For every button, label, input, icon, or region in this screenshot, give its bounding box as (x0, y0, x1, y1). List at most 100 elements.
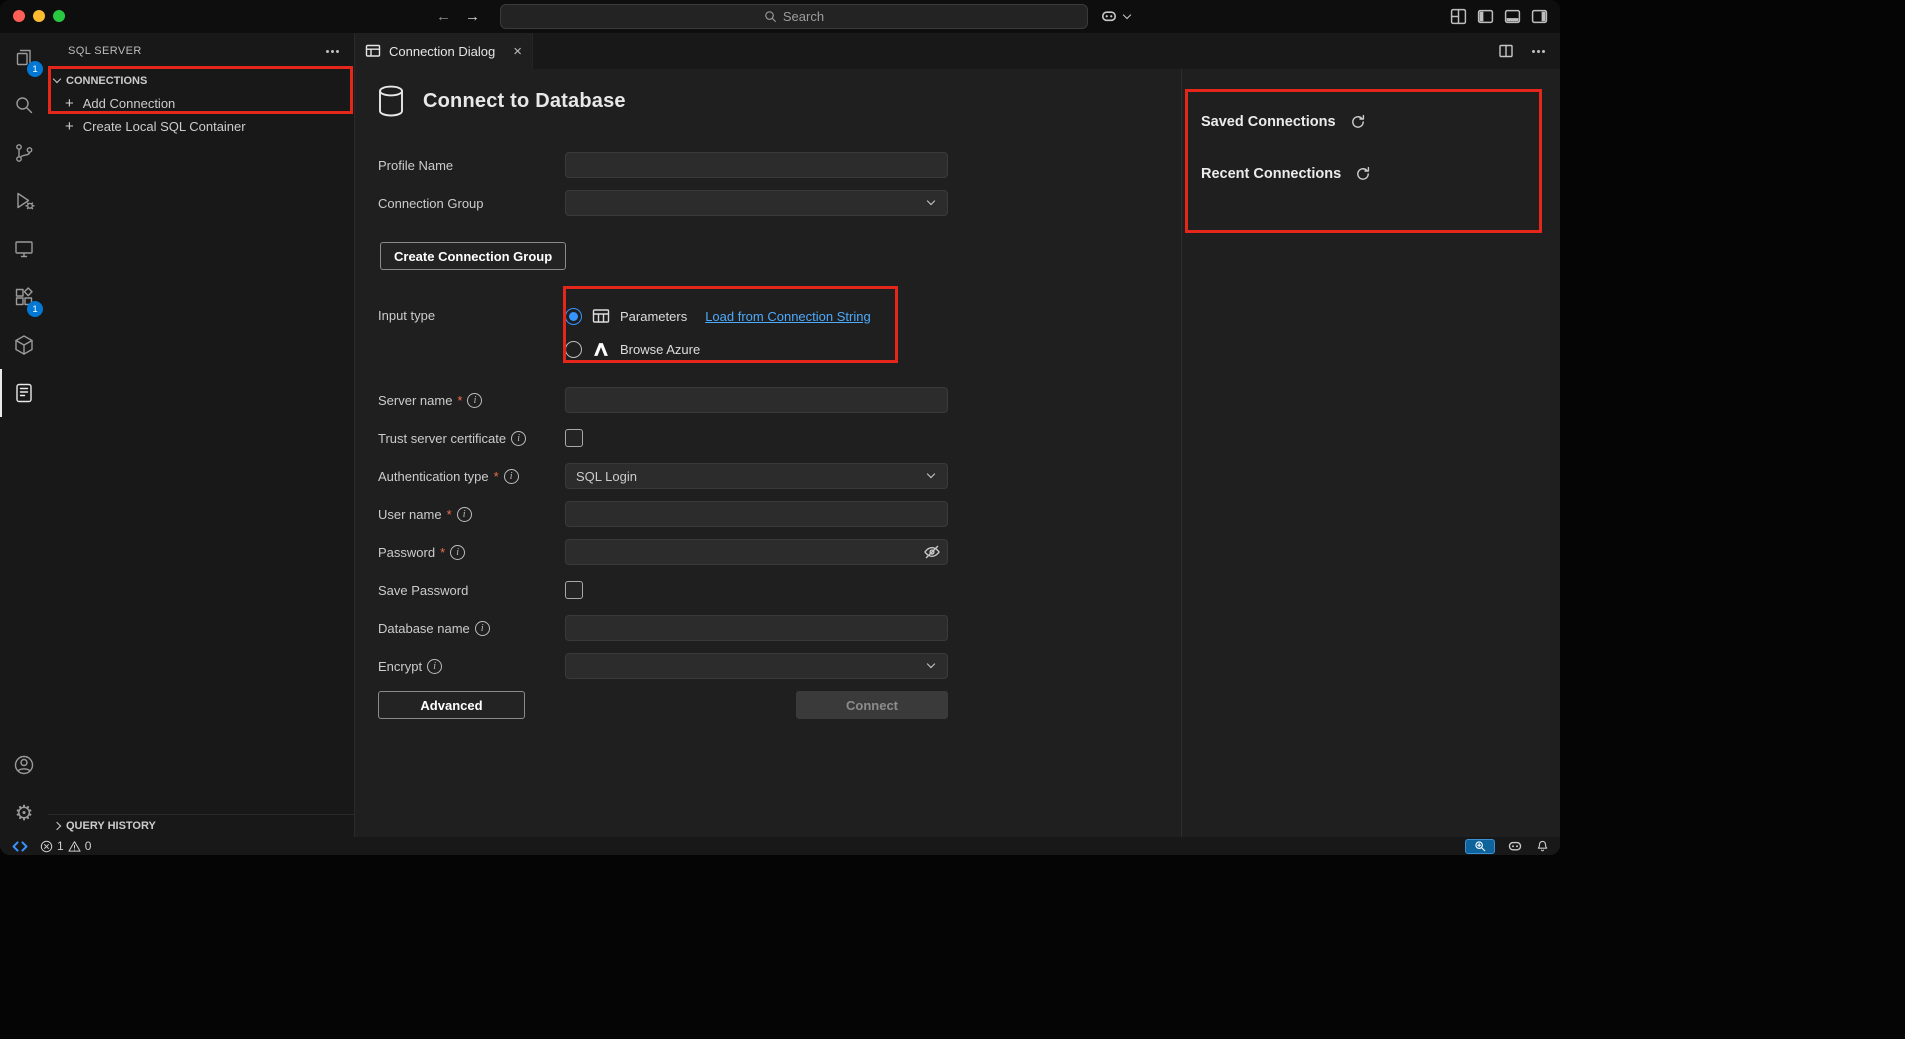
tab-bar: Connection Dialog × (355, 33, 1560, 69)
server-name-input[interactable] (565, 387, 948, 413)
account-icon (12, 753, 36, 777)
problems-status[interactable]: 1 0 (40, 839, 91, 853)
plus-icon (65, 119, 74, 134)
sidebar-item-add-connection[interactable]: Add Connection (48, 92, 354, 115)
activity-item-remote-explorer[interactable] (0, 225, 48, 273)
refresh-saved-connections-button[interactable] (1350, 114, 1366, 130)
activity-item-accounts[interactable] (0, 741, 48, 789)
form-row-encrypt: Encrypt (378, 653, 1181, 679)
bell-icon (1535, 839, 1550, 854)
toggle-panel-icon[interactable] (1504, 8, 1521, 25)
info-icon[interactable] (475, 621, 490, 636)
more-actions-icon[interactable] (1530, 43, 1546, 59)
tab-connection-dialog[interactable]: Connection Dialog × (355, 33, 533, 69)
user-name-label: User name * (378, 507, 565, 522)
activity-item-search[interactable] (0, 81, 48, 129)
browse-azure-radio[interactable] (565, 341, 582, 358)
activity-item-database-projects[interactable] (0, 321, 48, 369)
parameters-radio[interactable] (565, 308, 582, 325)
refresh-icon (1350, 114, 1366, 130)
form-row-password: Password * (378, 539, 1181, 565)
layout-controls (1450, 8, 1548, 25)
activity-item-explorer[interactable]: 1 (0, 33, 48, 81)
copilot-menu[interactable] (1100, 7, 1130, 25)
source-control-icon (12, 141, 36, 165)
notifications-bell-button[interactable] (1535, 839, 1550, 854)
load-from-connection-string-link[interactable]: Load from Connection String (705, 309, 870, 324)
connect-button[interactable]: Connect (796, 691, 948, 719)
authentication-type-select[interactable]: SQL Login (565, 463, 948, 489)
form-actions: Advanced Connect (378, 691, 948, 719)
input-type-parameters-option: Parameters Load from Connection String (565, 304, 871, 328)
recent-connections-title: Recent Connections (1201, 166, 1341, 182)
back-icon[interactable]: ← (436, 8, 451, 25)
command-center-search[interactable]: Search (500, 4, 1088, 29)
copilot-status-icon[interactable] (1507, 838, 1523, 854)
activity-item-source-control[interactable] (0, 129, 48, 177)
advanced-button[interactable]: Advanced (378, 691, 525, 719)
page-title: Connect to Database (423, 90, 626, 113)
form-row-trust-server-certificate: Trust server certificate (378, 425, 1181, 451)
profile-name-label: Profile Name (378, 158, 565, 173)
info-icon[interactable] (450, 545, 465, 560)
section-connections[interactable]: CONNECTIONS (48, 69, 354, 92)
database-icon (378, 85, 404, 117)
activity-item-settings[interactable]: ⚙ (0, 789, 48, 837)
close-icon[interactable]: × (513, 44, 522, 59)
page-heading: Connect to Database (378, 85, 1181, 117)
more-actions-icon[interactable] (324, 43, 340, 59)
toggle-primary-sidebar-icon[interactable] (1477, 8, 1494, 25)
input-type-label: Input type (378, 304, 565, 323)
info-icon[interactable] (467, 393, 482, 408)
chevron-down-icon (927, 660, 935, 668)
run-debug-icon (12, 189, 36, 213)
info-icon[interactable] (427, 659, 442, 674)
refresh-icon (1355, 166, 1371, 182)
connection-group-select[interactable] (565, 190, 948, 216)
trust-server-certificate-label: Trust server certificate (378, 431, 565, 446)
save-password-label: Save Password (378, 583, 565, 598)
section-query-history[interactable]: QUERY HISTORY (48, 814, 354, 837)
activity-bar: 1 (0, 33, 48, 837)
sql-server-icon (12, 381, 36, 405)
info-icon[interactable] (504, 469, 519, 484)
user-name-input[interactable] (565, 501, 948, 527)
password-label: Password * (378, 545, 565, 560)
chevron-down-icon (53, 75, 61, 83)
connection-form: Connect to Database Profile Name Connect… (355, 69, 1182, 837)
activity-item-extensions[interactable]: 1 (0, 273, 48, 321)
close-window-button[interactable] (13, 10, 25, 22)
zoom-window-button[interactable] (53, 10, 65, 22)
trust-server-certificate-checkbox[interactable] (565, 429, 583, 447)
connections-panel: Saved Connections Recent Connections (1182, 69, 1560, 837)
zoom-indicator-button[interactable] (1465, 839, 1495, 854)
extensions-badge: 1 (27, 301, 43, 317)
azure-icon (592, 341, 610, 358)
customize-layout-icon[interactable] (1450, 8, 1467, 25)
info-icon[interactable] (511, 431, 526, 446)
form-row-profile-name: Profile Name (378, 152, 1181, 178)
refresh-recent-connections-button[interactable] (1355, 166, 1371, 182)
password-input[interactable] (565, 539, 948, 565)
profile-name-input[interactable] (565, 152, 948, 178)
info-icon[interactable] (457, 507, 472, 522)
copilot-icon (1100, 7, 1118, 25)
toggle-secondary-sidebar-icon[interactable] (1531, 8, 1548, 25)
chevron-down-icon (927, 197, 935, 205)
encrypt-select[interactable] (565, 653, 948, 679)
forward-icon[interactable]: → (465, 8, 480, 25)
create-connection-group-button[interactable]: Create Connection Group (380, 242, 566, 270)
activity-item-sql-server[interactable] (0, 369, 48, 417)
toggle-password-visibility-button[interactable] (923, 543, 941, 561)
activity-item-run-debug[interactable] (0, 177, 48, 225)
form-row-user-name: User name * (378, 501, 1181, 527)
sidebar-item-create-local-sql-container[interactable]: Create Local SQL Container (48, 115, 354, 138)
database-name-input[interactable] (565, 615, 948, 641)
minimize-window-button[interactable] (33, 10, 45, 22)
parameters-icon (592, 307, 610, 325)
editor-group: Connection Dialog × (355, 33, 1560, 837)
save-password-checkbox[interactable] (565, 581, 583, 599)
remote-indicator-icon[interactable] (10, 840, 30, 853)
split-editor-icon[interactable] (1498, 43, 1514, 59)
input-type-browse-azure-option: Browse Azure (565, 337, 871, 361)
